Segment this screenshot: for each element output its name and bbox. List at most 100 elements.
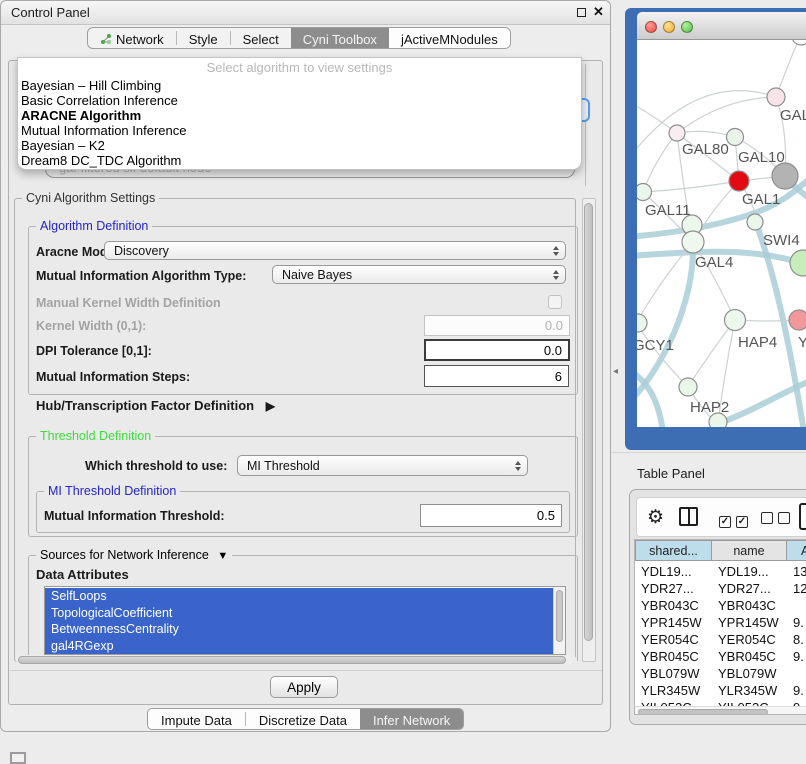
settings-horizontal-scrollbar[interactable] (16, 655, 576, 664)
mi-threshold-field[interactable]: 0.5 (420, 504, 562, 527)
algorithm-option[interactable]: Bayesian – Hill Climbing (18, 78, 581, 93)
algorithm-option[interactable]: Mutual Information Inference (18, 123, 581, 138)
network-node-gal80[interactable] (669, 125, 685, 141)
data-attributes-list[interactable]: SelfLoopsTopologicalCoefficientBetweenne… (44, 586, 566, 655)
checked-checkbox-icon[interactable]: ✓ (736, 511, 748, 529)
mi-type-combo[interactable]: Naive Bayes (272, 265, 566, 284)
new-table-icon[interactable] (799, 503, 806, 530)
table-row[interactable]: YBL079WYBL079W (635, 665, 806, 682)
algorithm-option[interactable]: ARACNE Algorithm (18, 108, 581, 123)
network-node-gcy1[interactable] (637, 314, 647, 332)
table-row[interactable]: YER054CYER054C8. (635, 631, 806, 648)
table-row[interactable]: YDL19...YDL19...13 (635, 563, 806, 580)
unchecked-checkbox-icon[interactable] (761, 511, 773, 529)
data-attributes-label: Data Attributes (36, 567, 129, 582)
tab-network[interactable]: Network (88, 28, 176, 49)
network-node[interactable] (709, 413, 727, 427)
mac-minimize-button[interactable] (663, 21, 675, 33)
list-vertical-scrollbar[interactable] (553, 587, 565, 654)
table-row[interactable]: YDR27...YDR27...12 (635, 580, 806, 597)
network-node-gal10[interactable] (727, 129, 744, 146)
table-row[interactable]: YBR045CYBR045C9. (635, 648, 806, 665)
gear-icon[interactable]: ⚙ (647, 506, 664, 529)
table-cell: 12 (787, 581, 806, 596)
table-cell: YPR145W (712, 615, 787, 630)
table-row[interactable]: YLR345WYLR345W9. (635, 682, 806, 699)
table-cell: YER054C (712, 632, 787, 647)
mac-close-button[interactable] (645, 21, 657, 33)
network-window-titlebar[interactable] (637, 12, 806, 40)
tab-impute-data[interactable]: Impute Data (148, 709, 245, 730)
tab-discretize-data[interactable]: Discretize Data (246, 709, 360, 730)
unchecked-checkbox-icon[interactable] (778, 511, 790, 529)
hub-definition-toggle[interactable]: Hub/Transcription Factor Definition ▶ (36, 398, 275, 413)
expand-arrow-icon[interactable]: ▶ (266, 399, 275, 413)
mini-panel-handle[interactable] (10, 752, 26, 764)
mac-zoom-button[interactable] (681, 21, 693, 33)
network-node-hap4[interactable] (725, 310, 746, 331)
settings-group-title: Cyni Algorithm Settings (22, 191, 159, 206)
network-node[interactable] (790, 250, 806, 276)
table-cell: YER054C (635, 632, 712, 647)
dpi-tolerance-field[interactable]: 0.0 (424, 339, 570, 361)
collapse-arrow-icon[interactable]: ▼ (217, 550, 228, 562)
manual-kernel-label: Manual Kernel Width Definition (36, 296, 221, 310)
tab-infer-network[interactable]: Infer Network (360, 709, 463, 730)
which-threshold-value: MI Threshold (247, 459, 320, 473)
network-edge (717, 378, 806, 424)
network-node-swi4[interactable] (747, 214, 763, 230)
tab-network-label: Network (116, 32, 164, 47)
split-columns-icon[interactable] (679, 507, 698, 526)
attribute-list-item[interactable]: BetweennessCentrality (45, 621, 553, 638)
attribute-list-item[interactable]: TopologicalCoefficient (45, 605, 553, 622)
scrollbar-thumb[interactable] (584, 203, 593, 641)
table-cell: YLR345W (712, 683, 787, 698)
network-edge (643, 133, 677, 192)
algorithm-option[interactable]: Bayesian – K2 (18, 138, 581, 153)
table-row[interactable]: YPR145WYPR145W9. (635, 614, 806, 631)
float-window-icon[interactable] (577, 8, 586, 17)
column-header-third[interactable]: A (787, 540, 806, 561)
network-edge (688, 320, 735, 387)
close-icon[interactable]: ✕ (593, 4, 604, 20)
settings-vertical-scrollbar[interactable] (582, 198, 596, 662)
attribute-list-item[interactable]: SelfLoops (45, 588, 553, 605)
network-node-gal11[interactable] (637, 184, 652, 201)
table-cell: 13 (787, 564, 806, 579)
tab-style[interactable]: Style (177, 28, 230, 49)
kernel-width-label: Kernel Width (0,1): (36, 319, 146, 333)
scrollbar-thumb[interactable] (18, 656, 566, 664)
tab-cyni-toolbox[interactable]: Cyni Toolbox (291, 28, 389, 49)
scrollbar-thumb[interactable] (638, 709, 768, 715)
column-header-shared-name[interactable]: shared... (635, 540, 712, 561)
table-row[interactable]: YBR043CYBR043C (635, 597, 806, 614)
network-node[interactable] (772, 163, 798, 189)
checked-checkbox-icon[interactable]: ✓ (719, 511, 731, 529)
attribute-list-item[interactable]: gal4RGexp (45, 638, 553, 655)
scrollbar-thumb[interactable] (556, 590, 563, 642)
aracne-mode-combo[interactable]: Discovery (104, 241, 566, 260)
control-panel-titlebar[interactable]: Control Panel ✕ (1, 1, 610, 25)
algorithm-option[interactable]: Basic Correlation Inference (18, 93, 581, 108)
mi-steps-field[interactable]: 6 (424, 365, 569, 387)
network-node-gal[interactable] (767, 88, 785, 106)
column-header-name[interactable]: name (712, 540, 787, 561)
network-node-hap2[interactable] (679, 378, 697, 396)
apply-button[interactable]: Apply (270, 676, 338, 698)
network-canvas[interactable]: GALGAL80GAL10GAL1GAL11SWI4GAL4GCY1HAP4YH… (637, 40, 806, 427)
manual-kernel-checkbox[interactable] (548, 295, 562, 309)
network-node[interactable] (792, 40, 806, 45)
node-label: GAL10 (738, 149, 785, 166)
table-horizontal-scrollbar[interactable] (635, 706, 806, 715)
which-threshold-combo[interactable]: MI Threshold (237, 455, 528, 476)
table-cell: 9. (787, 683, 806, 698)
algorithm-option[interactable]: Dream8 DC_TDC Algorithm (18, 153, 581, 168)
tab-jactivemnodules[interactable]: jActiveMNodules (389, 28, 510, 49)
sources-group-title[interactable]: Sources for Network Inference ▼ (36, 548, 232, 564)
panel-collapse-grip-icon[interactable]: ◂ (613, 366, 618, 377)
network-node-y[interactable] (789, 310, 806, 330)
network-node-gal4[interactable] (682, 231, 704, 253)
table-panel-divider (612, 452, 806, 453)
tab-select[interactable]: Select (231, 28, 291, 49)
network-node-gal1[interactable] (729, 171, 749, 191)
